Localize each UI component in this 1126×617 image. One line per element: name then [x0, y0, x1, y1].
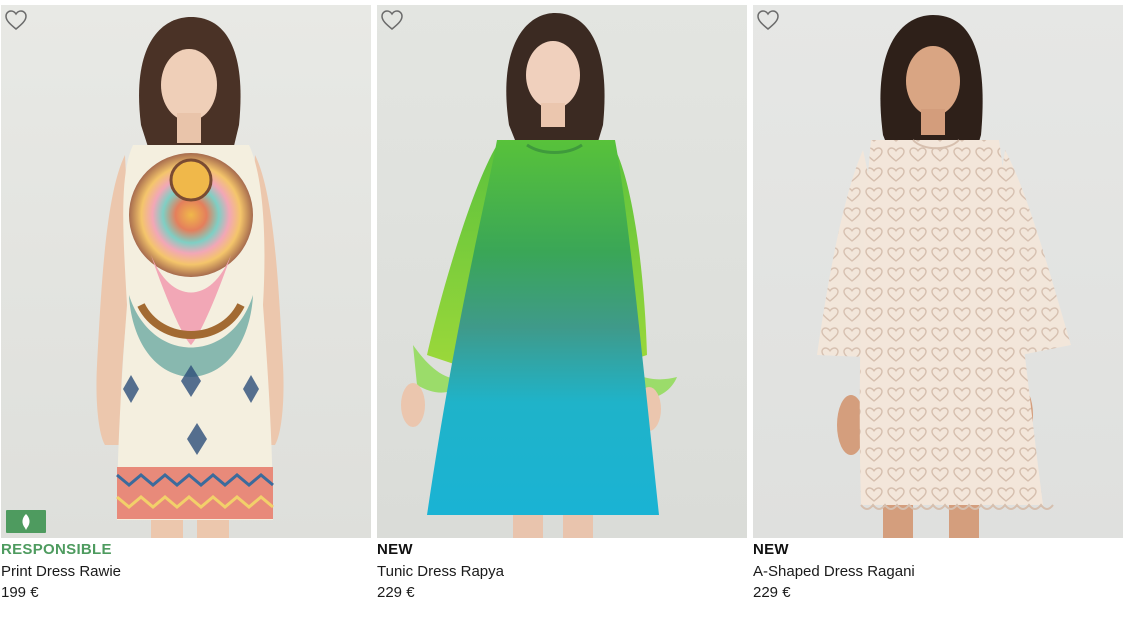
product-tag: NEW: [377, 541, 413, 558]
product-image[interactable]: [753, 5, 1123, 538]
product-info: NEW Tunic Dress Rapya 229 €: [377, 541, 747, 603]
leaf-icon: [6, 510, 46, 533]
wishlist-heart-icon[interactable]: [756, 9, 780, 31]
product-name[interactable]: Tunic Dress Rapya: [377, 562, 747, 582]
product-price: 229 €: [753, 584, 791, 601]
product-name[interactable]: Print Dress Rawie: [1, 562, 371, 582]
product-price: 229 €: [377, 584, 415, 601]
product-card[interactable]: NEW A-Shaped Dress Ragani 229 €: [753, 5, 1123, 605]
product-card[interactable]: NEW Tunic Dress Rapya 229 €: [377, 5, 747, 605]
product-price: 199 €: [1, 584, 39, 601]
product-tag: RESPONSIBLE: [1, 541, 112, 558]
product-info: RESPONSIBLE Print Dress Rawie 199 €: [1, 541, 371, 603]
product-tag: NEW: [753, 541, 789, 558]
product-image[interactable]: [1, 5, 371, 538]
product-name[interactable]: A-Shaped Dress Ragani: [753, 562, 1123, 582]
product-grid: RESPONSIBLE Print Dress Rawie 199 € NEW …: [0, 0, 1126, 617]
wishlist-heart-icon[interactable]: [380, 9, 404, 31]
wishlist-heart-icon[interactable]: [4, 9, 28, 31]
product-info: NEW A-Shaped Dress Ragani 229 €: [753, 541, 1123, 603]
product-card[interactable]: RESPONSIBLE Print Dress Rawie 199 €: [1, 5, 371, 605]
product-image[interactable]: [377, 5, 747, 538]
